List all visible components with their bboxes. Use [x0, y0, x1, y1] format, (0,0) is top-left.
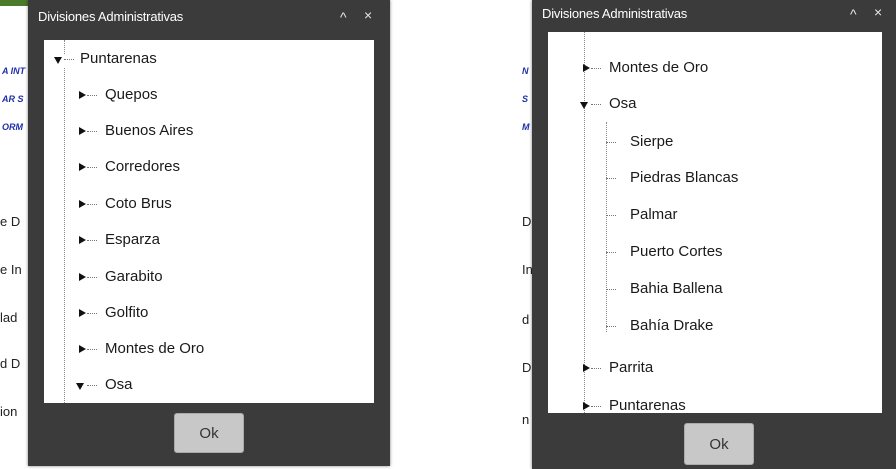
tree-node-label: Osa — [105, 376, 133, 393]
tree-node-label: Buenos Aires — [105, 122, 194, 139]
background-text: e D — [0, 214, 21, 229]
tree-node-label: Golfito — [105, 304, 149, 321]
tree-node-label: Quepos — [105, 86, 158, 103]
tree-connector — [64, 40, 65, 54]
tree-node-label: Puntarenas — [80, 50, 157, 67]
collapsed-arrow-icon[interactable] — [583, 364, 590, 372]
background-link[interactable]: M — [522, 122, 530, 132]
background-text: D — [522, 360, 532, 375]
tree-node-label: Puerto Cortes — [630, 243, 723, 260]
tree-node-label: Palmar — [630, 206, 678, 223]
tree-connector — [606, 122, 607, 332]
divisiones-dialog: Divisiones Administrativas ^ × Montes de… — [532, 0, 896, 469]
collapsed-arrow-icon[interactable] — [79, 345, 86, 353]
collapsed-arrow-icon[interactable] — [79, 236, 86, 244]
tree-dash — [87, 385, 97, 386]
collapsed-arrow-icon[interactable] — [79, 127, 86, 135]
collapsed-arrow-icon[interactable] — [583, 402, 590, 410]
background-link[interactable]: ORM — [2, 122, 23, 132]
background-text: D — [522, 214, 532, 229]
tree-dash — [87, 240, 97, 241]
expanded-arrow-icon[interactable] — [54, 57, 62, 64]
tree-dash — [87, 204, 97, 205]
dialog-footer: Ok — [28, 403, 390, 466]
tree-dash — [87, 277, 97, 278]
tree-node-label: Sierpe — [630, 133, 674, 150]
tree-dash — [87, 131, 97, 132]
right-screenshot-panel: N S M D In d D n Divisiones Administrati… — [518, 0, 896, 469]
page-header-strip — [0, 0, 28, 6]
background-link[interactable]: AR S — [2, 94, 24, 104]
tree-node-label: Corredores — [105, 158, 181, 175]
ok-button[interactable]: Ok — [684, 423, 754, 465]
divisiones-dialog: Divisiones Administrativas ^ × Puntarena… — [28, 0, 390, 466]
background-text: n — [522, 412, 530, 427]
left-screenshot-panel: A INT AR S ORM e D e In lad d D ion Divi… — [0, 0, 400, 469]
tree-dash — [87, 95, 97, 96]
close-icon[interactable]: × — [364, 7, 372, 23]
tree-dash — [606, 252, 616, 253]
tree-node-label: Garabito — [105, 268, 163, 285]
tree-dash — [87, 313, 97, 314]
dialog-footer: Ok — [532, 413, 896, 469]
collapsed-arrow-icon[interactable] — [79, 200, 86, 208]
collapsed-arrow-icon[interactable] — [79, 309, 86, 317]
background-link[interactable]: S — [522, 94, 528, 104]
background-text: lad — [0, 310, 18, 325]
tree-node-label: Bahia Ballena — [630, 280, 723, 297]
tree-node-label: Parrita — [609, 359, 654, 376]
close-icon[interactable]: × — [874, 4, 882, 20]
collapsed-arrow-icon[interactable] — [79, 91, 86, 99]
collapsed-arrow-icon[interactable] — [79, 163, 86, 171]
tree-dash — [591, 104, 601, 105]
tree-dash — [591, 68, 601, 69]
collapse-icon[interactable]: ^ — [340, 9, 347, 25]
tree-connector — [64, 68, 65, 403]
tree-view[interactable]: Puntarenas Quepos Buenos Aires Corredore… — [44, 40, 374, 403]
tree-dash — [591, 406, 601, 407]
tree-dash — [591, 368, 601, 369]
ok-button[interactable]: Ok — [174, 413, 244, 453]
tree-node-label: Montes de Oro — [609, 59, 709, 76]
tree-node-label: Osa — [609, 95, 637, 112]
tree-dash — [606, 215, 616, 216]
background-link[interactable]: N — [522, 66, 529, 76]
tree-connector — [584, 32, 585, 413]
tree-dash — [64, 59, 74, 60]
expanded-arrow-icon[interactable] — [580, 102, 588, 109]
background-text: ion — [0, 404, 18, 419]
dialog-title: Divisiones Administrativas — [542, 6, 688, 21]
tree-node-label: Puntarenas — [609, 397, 686, 413]
background-text: e In — [0, 262, 22, 277]
tree-dash — [606, 289, 616, 290]
tree-dash — [87, 167, 97, 168]
background-link[interactable]: A INT — [2, 66, 25, 76]
background-text: d — [522, 312, 530, 327]
tree-node-label: Montes de Oro — [105, 340, 205, 357]
tree-dash — [606, 178, 616, 179]
tree-node-label: Bahía Drake — [630, 317, 714, 334]
collapsed-arrow-icon[interactable] — [583, 64, 590, 72]
tree-node-label: Esparza — [105, 231, 161, 248]
tree-node-label: Coto Brus — [105, 195, 172, 212]
tree-dash — [87, 349, 97, 350]
tree-node-label: Piedras Blancas — [630, 169, 739, 186]
collapse-icon[interactable]: ^ — [850, 6, 857, 22]
tree-dash — [606, 326, 616, 327]
tree-view[interactable]: Montes de Oro Osa Sierpe Piedras Blancas… — [548, 32, 882, 413]
dialog-title: Divisiones Administrativas — [38, 9, 184, 24]
dialog-titlebar[interactable]: Divisiones Administrativas ^ × — [532, 0, 896, 30]
tree-dash — [606, 142, 616, 143]
background-text: d D — [0, 356, 21, 371]
dialog-titlebar[interactable]: Divisiones Administrativas ^ × — [28, 0, 390, 34]
collapsed-arrow-icon[interactable] — [79, 273, 86, 281]
expanded-arrow-icon[interactable] — [76, 383, 84, 390]
